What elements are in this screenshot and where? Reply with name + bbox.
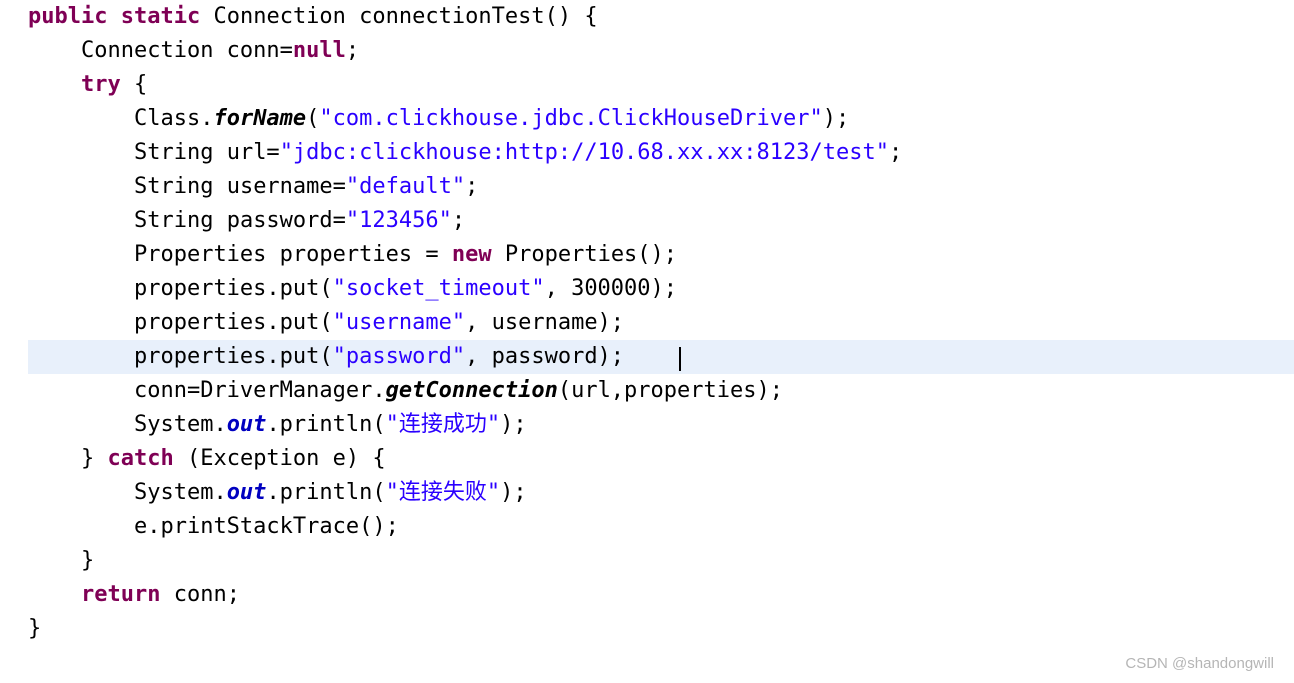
static-method: getConnection — [386, 378, 558, 403]
static-field: out — [227, 412, 267, 437]
code-line: public static Connection connectionTest(… — [28, 0, 1294, 34]
semicolon: ; — [465, 174, 478, 199]
code-line: Connection conn=null; — [28, 34, 1294, 68]
keyword-static: static — [121, 4, 200, 29]
string-literal: "password" — [333, 344, 465, 369]
code-line: } catch (Exception e) { — [28, 442, 1294, 476]
method-call: .println( — [266, 412, 385, 437]
decl: conn= — [213, 38, 292, 63]
assign: conn=DriverManager. — [134, 378, 386, 403]
code-line: String username="default"; — [28, 170, 1294, 204]
constructor: Properties(); — [492, 242, 677, 267]
static-method: forName — [213, 106, 306, 131]
string-literal: "连接成功" — [386, 412, 501, 437]
type: String — [134, 140, 213, 165]
code-line: System.out.println("连接失败"); — [28, 476, 1294, 510]
string-literal: "socket_timeout" — [333, 276, 545, 301]
close-brace: } — [28, 616, 41, 641]
code-line: properties.put("socket_timeout", 300000)… — [28, 272, 1294, 306]
code-line: String url="jdbc:clickhouse:http://10.68… — [28, 136, 1294, 170]
method-call: .println( — [266, 480, 385, 505]
decl: password= — [213, 208, 345, 233]
type: String — [134, 208, 213, 233]
open-brace: { — [121, 72, 148, 97]
keyword-return: return — [81, 582, 160, 607]
method-name: connectionTest — [359, 4, 544, 29]
decl: username= — [213, 174, 345, 199]
code-line: String password="123456"; — [28, 204, 1294, 238]
catch-params: (Exception e) { — [174, 446, 386, 471]
code-line: properties.put("username", username); — [28, 306, 1294, 340]
return-type: Connection — [213, 4, 345, 29]
args: , 300000); — [545, 276, 677, 301]
close-brace: } — [81, 446, 108, 471]
args: , username); — [465, 310, 624, 335]
system: System. — [134, 480, 227, 505]
close-paren: ); — [500, 480, 527, 505]
return-var: conn; — [160, 582, 239, 607]
static-field: out — [227, 480, 267, 505]
string-literal: "123456" — [346, 208, 452, 233]
close-paren: ); — [500, 412, 527, 437]
code-line: } — [28, 612, 1294, 646]
code-line: System.out.println("连接成功"); — [28, 408, 1294, 442]
string-literal: "连接失败" — [386, 480, 501, 505]
string-literal: "jdbc:clickhouse:http://10.68.xx.xx:8123… — [280, 140, 889, 165]
code-line: Class.forName("com.clickhouse.jdbc.Click… — [28, 102, 1294, 136]
open-paren: ( — [306, 106, 319, 131]
code-line: try { — [28, 68, 1294, 102]
open-brace: () { — [545, 4, 598, 29]
code-line: } — [28, 544, 1294, 578]
semicolon: ; — [889, 140, 902, 165]
method-call: properties.put( — [134, 310, 333, 335]
method-call: e.printStackTrace(); — [134, 514, 399, 539]
decl: url= — [213, 140, 279, 165]
close-brace: } — [81, 548, 94, 573]
type: Connection — [81, 38, 213, 63]
text-cursor — [679, 347, 681, 371]
code-editor[interactable]: public static Connection connectionTest(… — [0, 0, 1294, 646]
watermark-text: CSDN @shandongwill — [1125, 652, 1274, 675]
keyword-catch: catch — [107, 446, 173, 471]
method-call: properties.put( — [134, 344, 333, 369]
code-line: conn=DriverManager.getConnection(url,pro… — [28, 374, 1294, 408]
decl: Properties properties = — [134, 242, 452, 267]
class-ref: Class. — [134, 106, 213, 131]
close-paren: ); — [823, 106, 850, 131]
args: (url,properties); — [558, 378, 783, 403]
method-call: properties.put( — [134, 276, 333, 301]
code-line-highlighted: properties.put("password", password); — [28, 340, 1294, 374]
semicolon: ; — [346, 38, 359, 63]
keyword-try: try — [81, 72, 121, 97]
semicolon: ; — [452, 208, 465, 233]
keyword-public: public — [28, 4, 107, 29]
string-literal: "username" — [333, 310, 465, 335]
type: String — [134, 174, 213, 199]
code-line: Properties properties = new Properties()… — [28, 238, 1294, 272]
keyword-null: null — [293, 38, 346, 63]
code-line: return conn; — [28, 578, 1294, 612]
system: System. — [134, 412, 227, 437]
code-line: e.printStackTrace(); — [28, 510, 1294, 544]
args: , password); — [465, 344, 677, 369]
keyword-new: new — [452, 242, 492, 267]
string-literal: "default" — [346, 174, 465, 199]
string-literal: "com.clickhouse.jdbc.ClickHouseDriver" — [319, 106, 822, 131]
